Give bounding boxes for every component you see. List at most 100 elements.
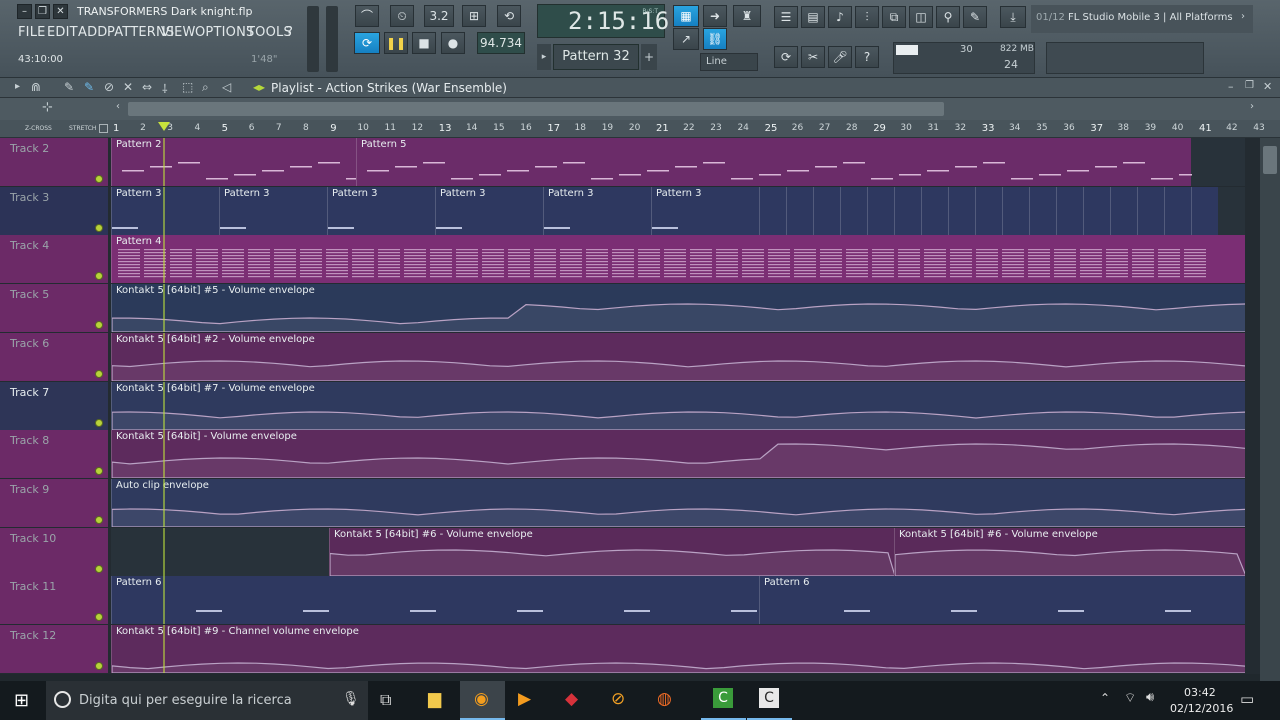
track-name[interactable]: Track 10 bbox=[0, 527, 108, 576]
wifi-icon[interactable]: ⌔ bbox=[1124, 690, 1136, 706]
link-button[interactable]: ⛓ bbox=[703, 28, 727, 50]
playlist-clip[interactable] bbox=[948, 186, 975, 235]
wait-input-button[interactable]: ⏲ bbox=[390, 5, 414, 27]
pause-button[interactable]: ❚❚ bbox=[384, 32, 408, 54]
track-lane[interactable]: Kontakt 5 [64bit] #7 - Volume envelope bbox=[111, 381, 1245, 430]
track-mute-led[interactable] bbox=[95, 223, 103, 232]
track-lane[interactable]: Kontakt 5 [64bit] #9 - Channel volume en… bbox=[111, 625, 1245, 673]
mic-icon[interactable]: 🎤︎ bbox=[828, 46, 852, 68]
track-lane[interactable]: Kontakt 5 [64bit] - Volume envelope bbox=[111, 430, 1245, 479]
tempo-tapper-button[interactable]: ⚲ bbox=[936, 6, 960, 28]
playlist-clip[interactable]: Kontakt 5 [64bit] #7 - Volume envelope bbox=[111, 381, 1245, 430]
menu-options[interactable]: OPTIONS bbox=[195, 25, 254, 40]
help-button[interactable]: ? bbox=[855, 46, 879, 68]
playlist-window-button[interactable]: ☰ bbox=[774, 6, 798, 28]
track-name[interactable]: Track 4 bbox=[0, 235, 108, 284]
playlist-clip[interactable]: Kontakt 5 [64bit] #5 - Volume envelope bbox=[111, 284, 1245, 333]
app-orange-icon[interactable]: ⊘ bbox=[611, 689, 625, 709]
track-lane[interactable]: Pattern 2 Pattern 5 bbox=[111, 138, 1245, 186]
clock-time[interactable]: 03:42 bbox=[1184, 686, 1216, 699]
snap-selector[interactable]: Line bbox=[700, 53, 758, 71]
mic-icon[interactable]: 🎙︎ bbox=[342, 691, 360, 707]
track-mute-led[interactable] bbox=[95, 418, 103, 427]
select-icon[interactable]: ⬚ bbox=[182, 80, 193, 94]
menu-edit[interactable]: EDIT bbox=[47, 25, 78, 40]
track-lane[interactable]: Kontakt 5 [64bit] #2 - Volume envelope bbox=[111, 332, 1245, 381]
playlist-clip[interactable] bbox=[894, 186, 921, 235]
playlist-clip[interactable]: Pattern 5 bbox=[356, 138, 1192, 186]
slice-icon[interactable]: ⸸ bbox=[162, 80, 168, 97]
chevron-up-icon[interactable]: ⌃ bbox=[1100, 691, 1110, 705]
track-lane[interactable]: Pattern 4 bbox=[111, 235, 1245, 284]
track-name[interactable]: Track 5 bbox=[0, 284, 108, 333]
playlist-clip[interactable]: Pattern 3 bbox=[435, 186, 543, 235]
playlist-clip[interactable]: Auto clip envelope bbox=[111, 478, 1245, 527]
track-name[interactable]: Track 11 bbox=[0, 576, 108, 625]
cut-icon[interactable]: ✂ bbox=[801, 46, 825, 68]
metronome-button[interactable]: ⌒ bbox=[355, 5, 379, 27]
track-mute-led[interactable] bbox=[95, 175, 103, 183]
track-name[interactable]: Track 8 bbox=[0, 430, 108, 479]
windows-start-icon[interactable]: ⊞ bbox=[14, 690, 29, 711]
plugin-picker-button[interactable]: ◫ bbox=[909, 6, 933, 28]
paint-icon[interactable]: ✎ bbox=[84, 80, 94, 94]
restore-button[interactable]: ❐ bbox=[35, 4, 50, 19]
playlist-clip[interactable] bbox=[1002, 186, 1029, 235]
snap-draw-button[interactable]: ↗ bbox=[673, 28, 699, 50]
scroll-left-icon[interactable]: ‹ bbox=[116, 101, 120, 112]
file-explorer-icon[interactable]: ▆ bbox=[428, 689, 441, 709]
track-name[interactable]: Track 3 bbox=[0, 186, 108, 235]
playlist-clip[interactable]: Kontakt 5 [64bit] - Volume envelope bbox=[111, 430, 1245, 479]
browser-button[interactable]: ⧉ bbox=[882, 6, 906, 28]
timeline-ruler[interactable]: Z-CROSS STRETCH 1 2 3 4 5 6 7 8 9 10 11 12 13 14 15 16 1… bbox=[0, 120, 1280, 138]
playlist-clip[interactable] bbox=[975, 186, 1002, 235]
mute-icon[interactable]: ✕ bbox=[123, 80, 133, 94]
playlist-clip[interactable] bbox=[840, 186, 867, 235]
pattern-prev-button[interactable]: ▸ bbox=[537, 44, 551, 70]
menu-add[interactable]: ADD bbox=[78, 25, 108, 40]
typing-keyboard-button[interactable]: ▦ bbox=[673, 5, 699, 27]
volume-icon[interactable]: 🔊︎ bbox=[1146, 690, 1154, 705]
playlist-clip[interactable]: Pattern 3 bbox=[111, 186, 219, 235]
track-lane[interactable]: Auto clip envelope bbox=[111, 478, 1245, 527]
playlist-clip[interactable]: Kontakt 5 [64bit] #9 - Channel volume en… bbox=[111, 625, 1245, 673]
pattern-selector[interactable]: Pattern 32 bbox=[553, 44, 639, 70]
track-name[interactable]: Track 2 bbox=[0, 138, 108, 186]
tool-button[interactable]: ✎ bbox=[963, 6, 987, 28]
menu-help[interactable]: ? bbox=[286, 25, 293, 40]
playlist-clip[interactable]: Pattern 3 bbox=[651, 186, 759, 235]
stretch-toggle[interactable] bbox=[99, 124, 108, 133]
taskbar-fl-studio[interactable]: ◉ bbox=[460, 681, 505, 720]
clock-date[interactable]: 02/12/2016 bbox=[1170, 702, 1233, 715]
arrow-right-icon[interactable]: ▸ bbox=[15, 81, 20, 92]
horizontal-scrollbar[interactable] bbox=[128, 102, 944, 116]
playlist-clip[interactable] bbox=[1110, 186, 1137, 235]
track-name[interactable]: Track 7 bbox=[0, 381, 108, 430]
zoom-handle-icon[interactable]: ⊹ bbox=[42, 100, 53, 115]
playlist-clip[interactable]: Pattern 6 bbox=[759, 576, 1245, 625]
playlist-clip[interactable]: Kontakt 5 [64bit] #2 - Volume envelope bbox=[111, 332, 1245, 381]
download-icon[interactable]: ⤓ bbox=[1000, 6, 1026, 28]
loop-record-button[interactable]: ⟲ bbox=[497, 5, 521, 27]
media-player-icon[interactable]: ▶ bbox=[518, 689, 531, 709]
track-name[interactable]: Track 9 bbox=[0, 478, 108, 527]
scroll-right-icon[interactable]: › bbox=[1250, 101, 1254, 112]
playlist-clip[interactable]: Pattern 2 bbox=[111, 138, 357, 186]
undo-history-button[interactable]: ⟳ bbox=[774, 46, 798, 68]
playlist-clip[interactable]: Pattern 3 bbox=[219, 186, 327, 235]
minimize-icon[interactable]: – bbox=[1228, 80, 1234, 93]
close-icon[interactable]: ✕ bbox=[1263, 80, 1272, 93]
playlist-clip[interactable]: Kontakt 5 [64bit] #6 - Volume envelope bbox=[894, 527, 1245, 576]
track-lane[interactable]: Kontakt 5 [64bit] #6 - Volume envelope Ko… bbox=[111, 527, 1245, 576]
countdown-button[interactable]: 3.2 bbox=[424, 5, 454, 27]
playlist-clip[interactable] bbox=[1029, 186, 1056, 235]
close-button[interactable]: ✕ bbox=[53, 4, 68, 19]
playlist-clip[interactable] bbox=[1191, 186, 1218, 235]
song-time-display[interactable]: 2:15:16 B:S:T bbox=[537, 4, 669, 38]
playlist-clip[interactable] bbox=[786, 186, 813, 235]
playhead-marker[interactable] bbox=[158, 122, 170, 131]
playlist-clip[interactable]: Pattern 4 bbox=[111, 235, 1245, 284]
track-mute-led[interactable] bbox=[95, 515, 103, 524]
mixer-button[interactable]: ⫶ bbox=[855, 6, 879, 28]
zoom-icon[interactable]: ⌕ bbox=[202, 80, 209, 95]
